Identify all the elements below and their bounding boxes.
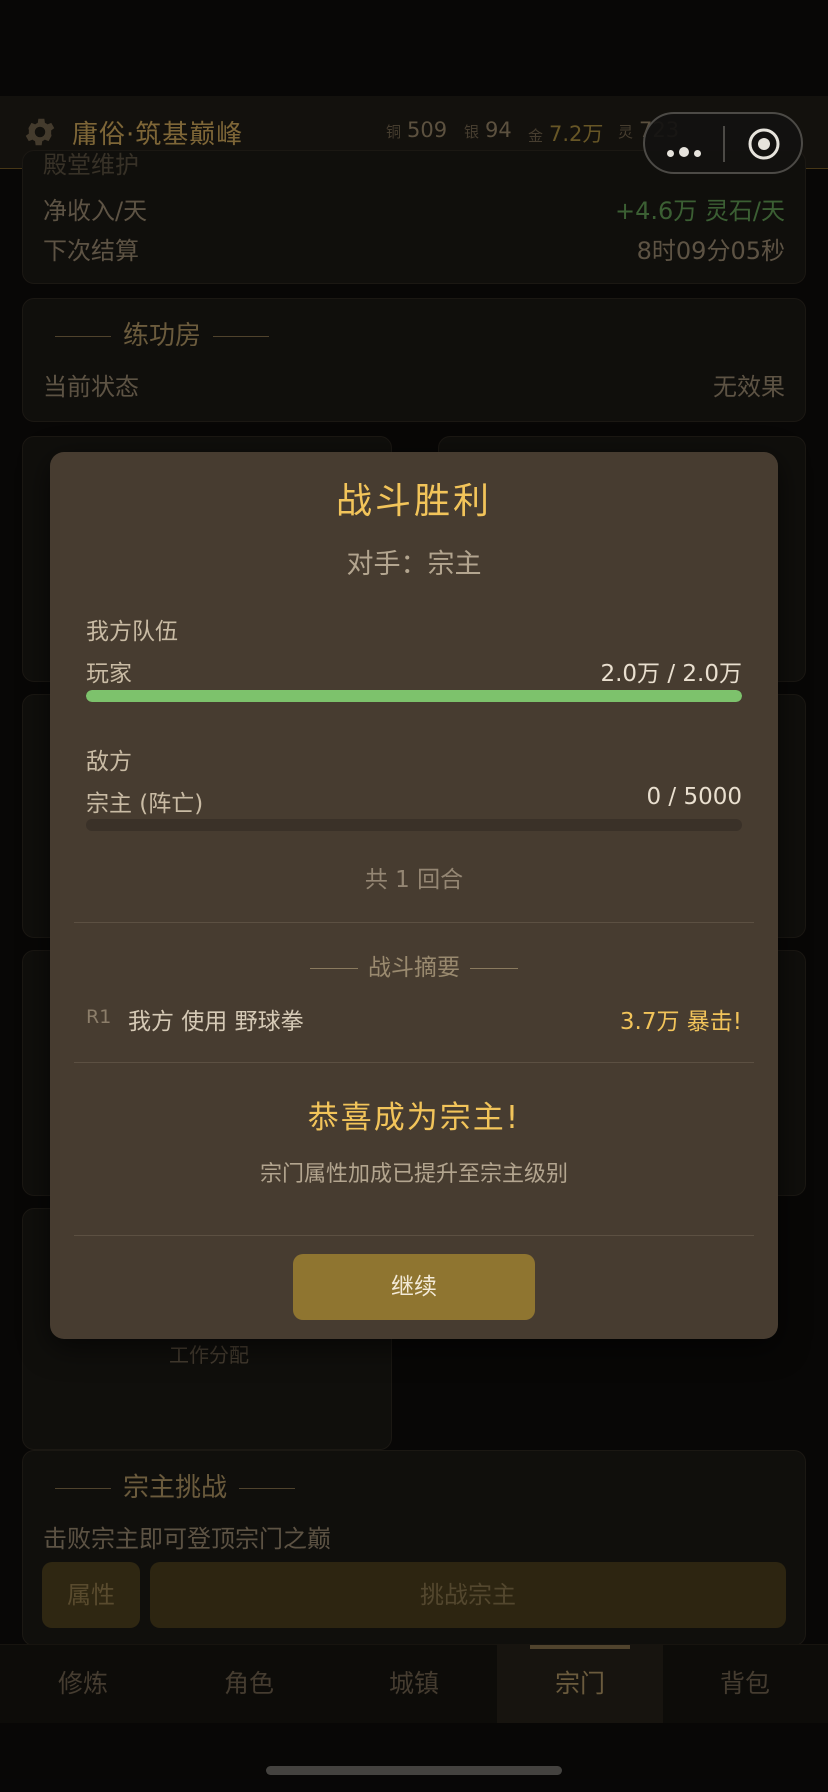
round-count: 共 1 回合 <box>364 867 464 893</box>
player-hp-fill <box>86 690 742 702</box>
player-name: 玩家 <box>86 661 132 687</box>
log-damage: 3.7万 暴击! <box>619 1009 742 1035</box>
congrats-subtitle: 宗门属性加成已提升至宗主级别 <box>259 1162 568 1187</box>
log-action: 我方 使用 野球拳 <box>128 1009 304 1035</box>
divider <box>74 1235 754 1236</box>
enemy-name: 宗主 (阵亡) <box>86 791 204 817</box>
battle-result-modal: 战斗胜利 对手：宗主 我方队伍 玩家 2.0万 / 2.0万 敌方 宗主 (阵亡… <box>50 452 778 1339</box>
enemy-hp-bar <box>86 819 742 831</box>
miniprogram-capsule <box>643 112 803 174</box>
more-menu-icon[interactable] <box>667 142 706 161</box>
opponent-label: 对手：宗主 <box>346 549 482 580</box>
enemy-hp-text: 0 / 5000 <box>646 784 742 810</box>
close-target-icon[interactable] <box>747 127 781 161</box>
divider <box>74 1062 754 1063</box>
divider <box>74 922 754 923</box>
our-team-label: 我方队伍 <box>86 619 178 645</box>
congrats-title: 恭喜成为宗主! <box>307 1100 521 1136</box>
enemy-label: 敌方 <box>86 749 132 775</box>
summary-title: 战斗摘要 <box>50 948 778 982</box>
continue-button[interactable]: 继续 <box>293 1254 535 1320</box>
player-hp-text: 2.0万 / 2.0万 <box>600 661 742 687</box>
log-round: R1 <box>86 1006 112 1028</box>
battle-title: 战斗胜利 <box>335 481 492 522</box>
player-hp-bar <box>86 690 742 702</box>
